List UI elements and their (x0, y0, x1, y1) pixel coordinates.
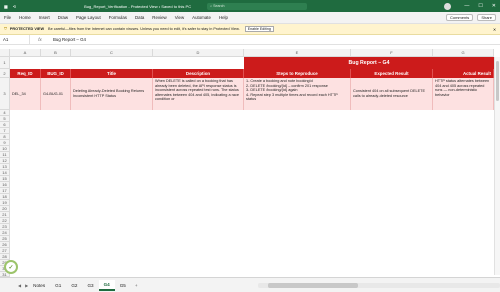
enable-editing-button[interactable]: Enable Editing (244, 26, 274, 32)
column-header-g[interactable]: G (433, 49, 494, 57)
excel-logo-icon: ▦ (4, 3, 8, 9)
formula-bar: A1 fx Bug Report – G4 (0, 35, 500, 45)
row-header[interactable]: 1 (0, 57, 10, 69)
sheet-tab-notes[interactable]: Notes (28, 281, 50, 290)
column-header-c[interactable]: C (71, 49, 153, 57)
cell-expected[interactable]: Consistent 404 on all subsequent DELETE … (351, 78, 433, 110)
sheet-tab-g1[interactable]: G1 (50, 281, 66, 290)
cell-bug-id[interactable]: G4-BUG-01 (41, 78, 71, 110)
sheet-tab-bar: ◀ ▶ Notes G1 G2 G3 G4 G5 + (0, 277, 500, 292)
tab-formulas[interactable]: Formulas (109, 15, 127, 20)
autosave-icon[interactable]: ⟲ (13, 4, 16, 9)
prev-sheet-icon[interactable]: ◀ (18, 283, 21, 288)
cell-title[interactable]: Deleting Already-Deleted Booking Returns… (71, 78, 153, 110)
share-button[interactable]: Share (477, 14, 496, 21)
name-box[interactable]: A1 (0, 35, 30, 44)
tab-automate[interactable]: Automate (192, 15, 211, 20)
protected-view-bar: ⛉ PROTECTED VIEW Be careful—files from t… (0, 24, 500, 35)
row-header[interactable]: 3 (0, 78, 10, 110)
search-box[interactable]: ⌕ Search (207, 2, 308, 10)
column-header-e[interactable]: E (244, 49, 351, 57)
header-title[interactable]: Title (71, 69, 153, 78)
column-header-f[interactable]: F (351, 49, 433, 57)
ribbon-tabs: File Home Insert Draw Page Layout Formul… (0, 12, 500, 24)
shield-icon: ⛉ (4, 27, 7, 31)
header-expected[interactable]: Expected Result (351, 69, 433, 78)
cell-steps[interactable]: 1- Create a booking and note bookingId 2… (244, 78, 351, 110)
report-banner[interactable]: Bug Report – G4 (244, 57, 494, 69)
vertical-scrollbar[interactable] (494, 57, 500, 275)
row-header[interactable]: 2 (0, 69, 10, 78)
watermark-logo: ✓ (4, 260, 18, 274)
formula-input[interactable]: Bug Report – G4 (50, 37, 86, 42)
header-description[interactable]: Description (153, 69, 244, 78)
window-title: Bug_Report_Verification - Protected View… (84, 3, 192, 9)
select-all-corner[interactable] (0, 49, 10, 57)
sheet-tab-g2[interactable]: G2 (66, 281, 82, 290)
spreadsheet-grid[interactable]: A B C D E F G 1 2 3 4 5 6 7 8 9 10 11 12… (0, 49, 500, 277)
header-steps[interactable]: Steps to Reproduce (244, 69, 351, 78)
tab-file[interactable]: File (4, 15, 11, 20)
title-bar: ▦ ⟲ Bug_Report_Verification - Protected … (0, 0, 500, 12)
protected-view-label: PROTECTED VIEW (9, 27, 45, 31)
header-req-id[interactable]: Req_ID (10, 69, 41, 78)
add-sheet-button[interactable]: + (135, 283, 138, 288)
tab-data[interactable]: Data (135, 15, 144, 20)
minimize-button[interactable]: — (464, 3, 469, 10)
tab-page-layout[interactable]: Page Layout (76, 15, 101, 20)
sheet-tab-g4[interactable]: G4 (98, 279, 115, 291)
comments-button[interactable]: Comments (445, 14, 474, 21)
maximize-button[interactable]: ☐ (478, 3, 482, 10)
scroll-thumb[interactable] (496, 61, 499, 101)
tab-draw[interactable]: Draw (58, 15, 68, 20)
fx-icon[interactable]: fx (30, 37, 50, 42)
close-button[interactable]: ✕ (492, 3, 496, 10)
close-icon[interactable]: ✕ (493, 27, 496, 32)
cell-description[interactable]: When DELETE is called on a booking that … (153, 78, 244, 110)
horizontal-scrollbar[interactable] (257, 282, 500, 288)
column-header-a[interactable]: A (10, 49, 41, 57)
cell-req-id[interactable]: DEL_34 (10, 78, 41, 110)
sheet-tab-g5[interactable]: G5 (115, 281, 131, 290)
tab-review[interactable]: Review (152, 15, 166, 20)
tab-view[interactable]: View (175, 15, 184, 20)
header-bug-id[interactable]: BUG_ID (41, 69, 71, 78)
tab-home[interactable]: Home (19, 15, 31, 20)
column-header-b[interactable]: B (41, 49, 71, 57)
cell-actual[interactable]: HTTP status alternates between 404 and 4… (433, 78, 494, 110)
scroll-thumb[interactable] (267, 282, 358, 288)
header-actual[interactable]: Actual Result (433, 69, 494, 78)
search-placeholder: Search (213, 4, 225, 8)
tab-insert[interactable]: Insert (39, 15, 50, 20)
avatar[interactable] (444, 2, 452, 10)
tab-help[interactable]: Help (219, 15, 228, 20)
sheet-tab-g3[interactable]: G3 (82, 281, 98, 290)
protected-view-text: Be careful—files from the Internet can c… (48, 27, 240, 31)
column-header-d[interactable]: D (153, 49, 244, 57)
